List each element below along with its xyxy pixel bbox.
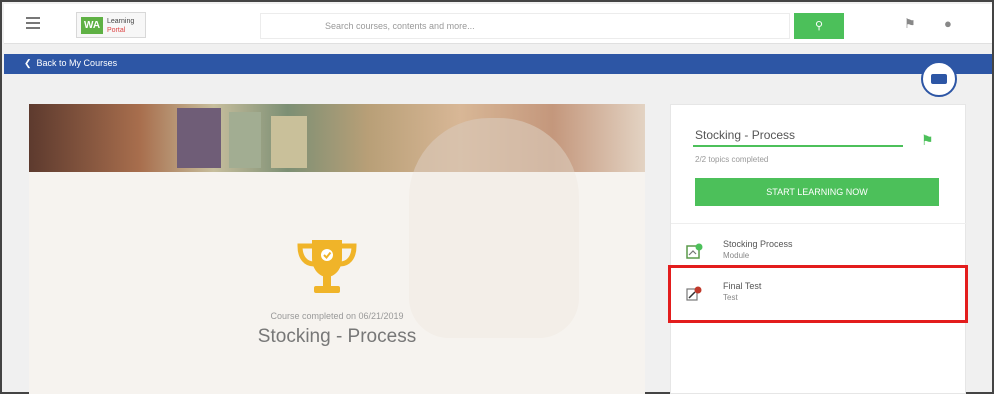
course-sidebar: Stocking - Process ⚑ 2/2 topics complete… — [670, 104, 967, 394]
list-item-module[interactable]: Stocking Process Module — [671, 229, 967, 275]
progress-text: 2/2 topics completed — [695, 155, 769, 164]
item-name: Final Test — [723, 281, 762, 291]
user-icon[interactable]: ● — [944, 16, 952, 31]
top-bar: WA Learning Portal Search courses, conte… — [4, 4, 992, 44]
title-underline — [693, 145, 903, 147]
course-hero: Course completed on 06/21/2019 Stocking … — [29, 104, 645, 394]
shelf-item — [229, 112, 261, 168]
test-icon — [686, 286, 702, 301]
nav-bar: ❮ Back to My Courses — [4, 54, 992, 74]
item-name: Stocking Process — [723, 239, 793, 249]
app-window: WA Learning Portal Search courses, conte… — [0, 0, 994, 394]
course-title: Stocking - Process — [257, 326, 417, 347]
trophy-icon[interactable]: ⚑ — [904, 16, 916, 32]
logo[interactable]: WA Learning Portal — [76, 12, 146, 38]
logo-mark: WA — [81, 17, 103, 34]
logo-subtext: Portal — [107, 27, 126, 34]
search-button[interactable]: ⚲ — [794, 13, 844, 39]
camera-icon — [931, 74, 947, 84]
back-link-label: Back to My Courses — [36, 58, 118, 68]
module-icon — [686, 243, 703, 259]
trophy-icon — [297, 240, 357, 293]
item-type: Module — [723, 251, 750, 260]
menu-icon[interactable] — [26, 17, 40, 29]
divider — [671, 223, 967, 224]
completion-date: Course completed on 06/21/2019 — [270, 311, 404, 321]
back-to-courses-link[interactable]: ❮ Back to My Courses — [24, 58, 117, 69]
item-type: Test — [723, 293, 738, 302]
shelf-item — [177, 108, 221, 168]
logo-text: Learning — [107, 18, 135, 25]
list-item-final-test[interactable]: Final Test Test — [671, 271, 967, 317]
panel-title: Stocking - Process — [695, 128, 796, 142]
video-call-button[interactable] — [921, 61, 957, 97]
search-icon: ⚲ — [814, 20, 824, 32]
trophy-icon: ⚑ — [921, 132, 934, 148]
shelf-item — [271, 116, 307, 168]
start-learning-button[interactable]: START LEARNING NOW — [695, 178, 939, 206]
search-input[interactable]: Search courses, contents and more... — [260, 13, 790, 39]
